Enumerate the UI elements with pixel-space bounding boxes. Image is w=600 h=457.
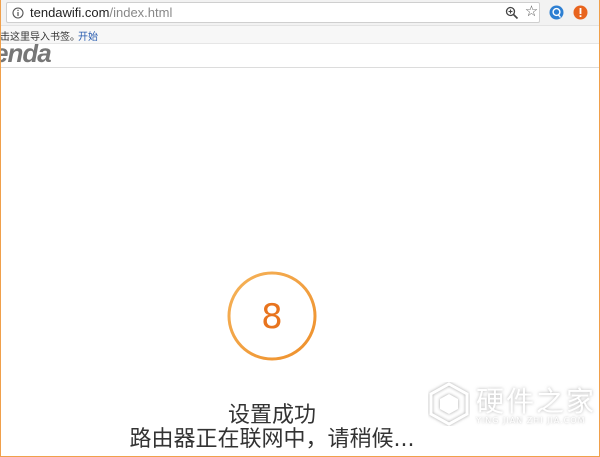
extension-icon[interactable] xyxy=(573,5,588,20)
address-bar[interactable]: tendawifi.com/index.html ☆ xyxy=(6,2,540,23)
watermark-logo-icon xyxy=(429,382,469,426)
bookmarks-start-link[interactable]: 开始 xyxy=(78,28,98,43)
url-path: /index.html xyxy=(109,5,173,20)
url-domain: tendawifi.com xyxy=(30,5,110,20)
watermark: 硬件之家 YING JIAN ZHI JIA.COM xyxy=(428,380,594,430)
star-icon[interactable]: ☆ xyxy=(524,4,539,19)
watermark-text-en: YING JIAN ZHI JIA.COM xyxy=(476,416,586,425)
countdown-number: 8 xyxy=(261,297,283,337)
browser-toolbar: tendawifi.com/index.html ☆ xyxy=(0,0,600,26)
watermark-text-cn: 硬件之家 xyxy=(476,385,597,418)
status-message: 路由器正在联网中，请稍候... xyxy=(129,427,415,452)
zoom-icon[interactable] xyxy=(505,6,519,20)
info-icon[interactable] xyxy=(12,7,24,19)
bookmarks-import-hint: 击这里导入书签。 xyxy=(0,32,80,43)
url-text[interactable]: tendawifi.com/index.html xyxy=(30,5,172,20)
tenda-logo: enda xyxy=(0,44,52,68)
bookmarks-bar: 击这里导入书签。 开始 xyxy=(0,26,600,44)
extension-icon[interactable] xyxy=(549,5,564,20)
page-header: enda xyxy=(0,44,600,68)
